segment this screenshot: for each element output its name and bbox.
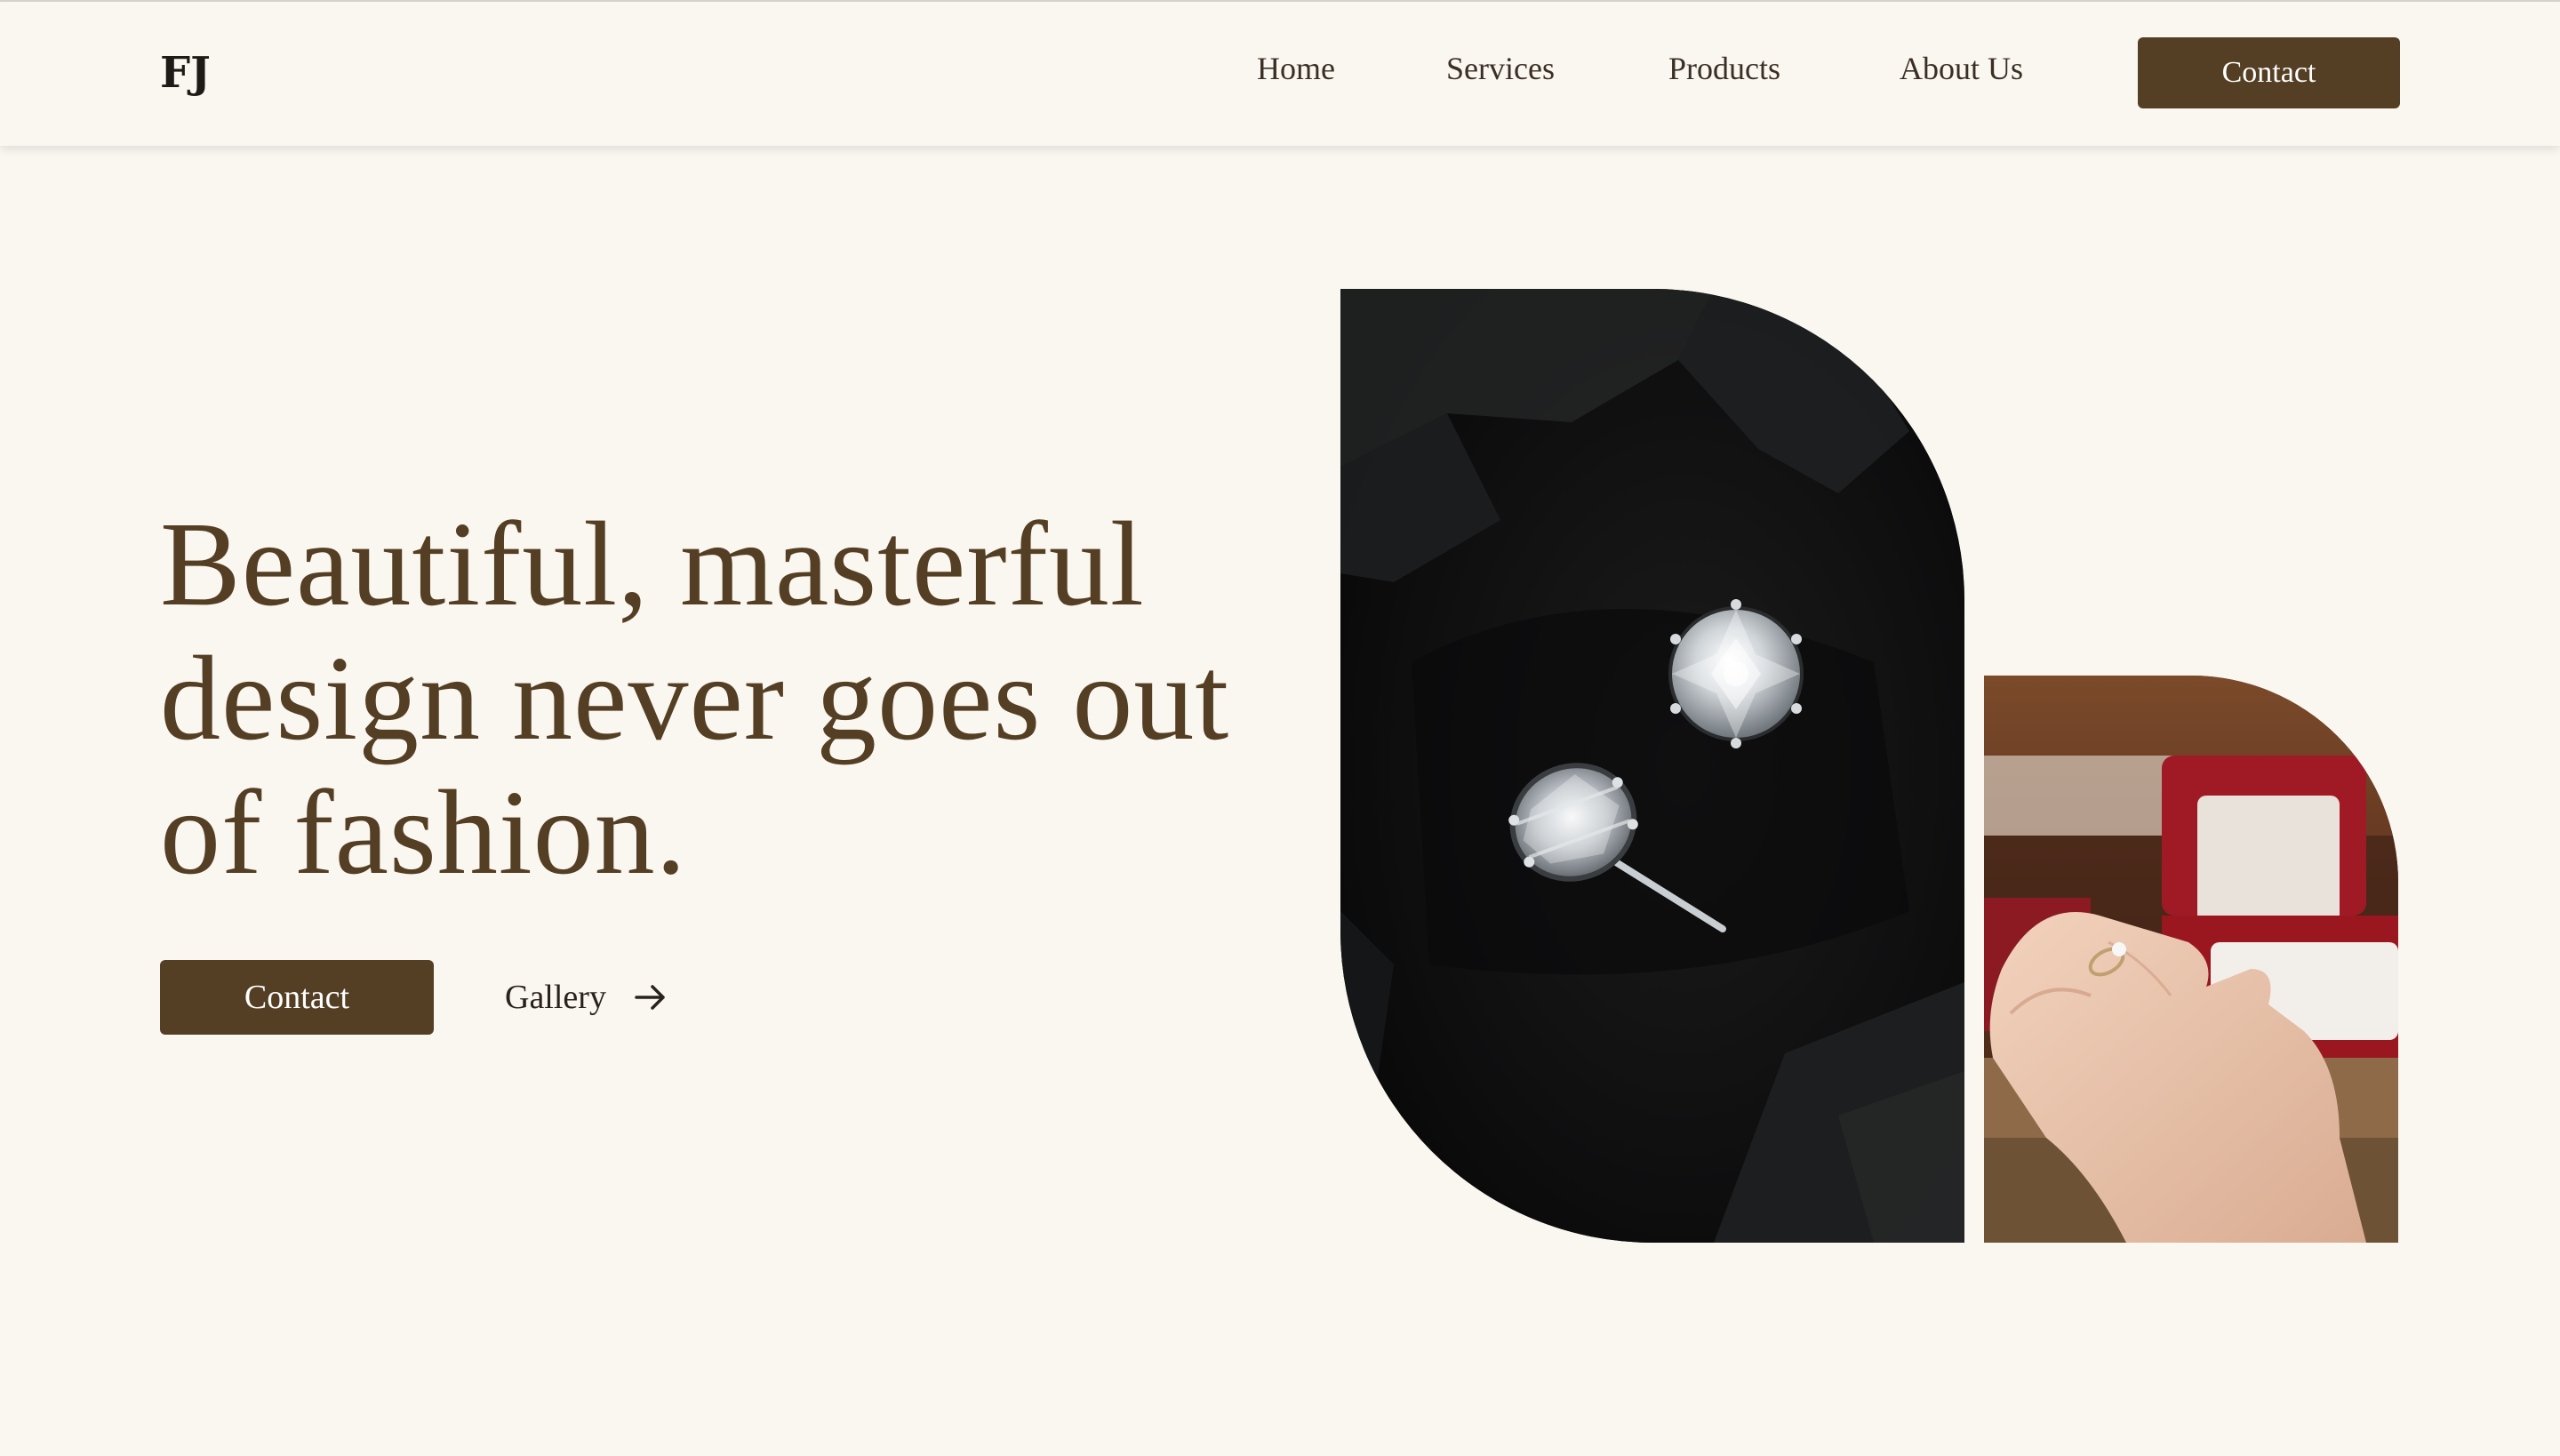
nav-services[interactable]: Services: [1446, 50, 1555, 87]
logo[interactable]: FJ: [160, 48, 211, 98]
gallery-link-label: Gallery: [505, 979, 606, 1016]
header-contact-button[interactable]: Contact: [2138, 37, 2400, 108]
earrings-image: [1340, 289, 1964, 1243]
nav-about-us[interactable]: About Us: [1900, 50, 2023, 87]
hero-headline: Beautiful, masterful design never goes o…: [160, 498, 1230, 900]
nav-home[interactable]: Home: [1257, 50, 1335, 87]
site-header: FJ Home Services Products About Us Conta…: [0, 2, 2560, 146]
gallery-link[interactable]: Gallery: [505, 974, 668, 1020]
arrow-right-icon: [635, 985, 665, 1010]
nav-products[interactable]: Products: [1668, 50, 1780, 87]
ring-hand-image: [1984, 676, 2398, 1243]
hero-contact-button[interactable]: Contact: [160, 960, 434, 1035]
